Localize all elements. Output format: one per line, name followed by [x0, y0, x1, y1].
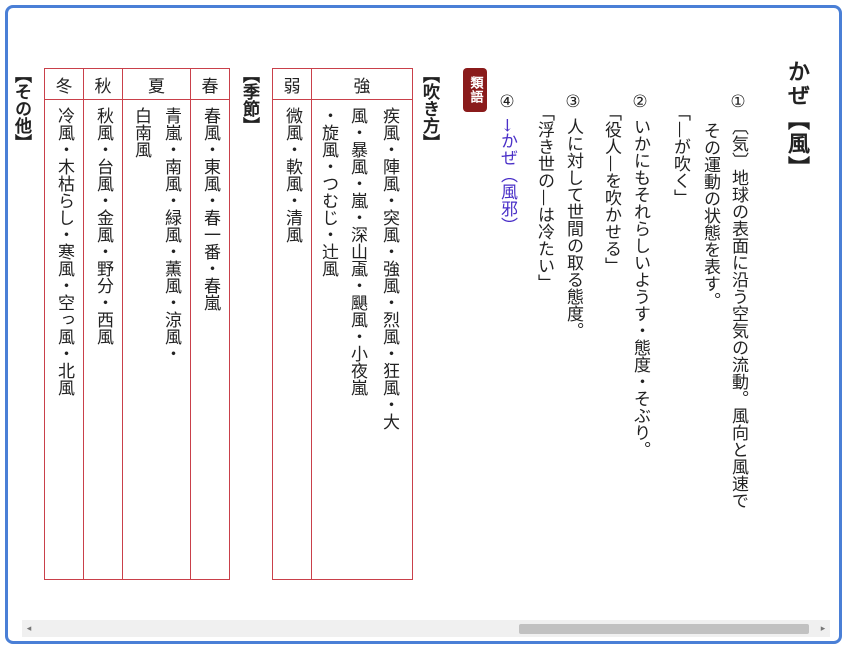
column-header-winter: 冬: [45, 69, 83, 100]
blow-weak-column: 弱 微風・軟風・清風: [272, 68, 312, 580]
headword-reading: かぜ: [784, 60, 810, 108]
strong-line-1: 疾風・陣風・突風・強風・烈風・狂風・大: [379, 107, 399, 430]
sense-number: ②: [630, 92, 650, 112]
document-window: かぜ【風】 ① 〔気〕地球の表面に沿う空気の流動。風向と風速で その運動の状態を表…: [5, 5, 842, 644]
scrollbar-thumb[interactable]: [519, 624, 809, 634]
column-header-summer: 夏: [123, 69, 190, 100]
season-autumn-column: 秋 秋風・台風・金風・野分・西風: [83, 68, 123, 580]
summer-line-1: 青嵐・南風・緑風・薫風・涼風・: [161, 107, 181, 362]
season-winter-column: 冬 冷風・木枯らし・寒風・空っ風・北風: [44, 68, 84, 580]
sense-number: ④: [497, 92, 517, 112]
sense-text: 人に対して世間の取る態度。: [563, 118, 583, 339]
sense-label: 〔気〕: [728, 118, 748, 169]
season-spring-column: 春 春風・東風・春一番・春嵐: [190, 68, 230, 580]
scroll-right-icon[interactable]: ▸: [816, 620, 830, 637]
spring-line-1: 春風・東風・春一番・春嵐: [200, 107, 220, 311]
sense-2-example: 「役人—を吹かせる」: [601, 104, 621, 274]
blow-strong-column: 強 疾風・陣風・突風・強風・烈風・狂風・大 風・暴風・嵐・深山颪・颶風・小夜嵐 …: [311, 68, 413, 580]
sense-text: 地球の表面に沿う空気の流動。風向と風速で: [728, 169, 748, 509]
sense-1-example: 「—が吹く」: [670, 104, 690, 206]
section-title-other: 【その他】: [11, 66, 31, 151]
season-summer-column: 夏 青嵐・南風・緑風・薫風・涼風・ 白南風: [122, 68, 191, 580]
sense-3: ③ 人に対して世間の取る態度。: [563, 92, 583, 339]
entry-content: かぜ【風】 ① 〔気〕地球の表面に沿う空気の流動。風向と風速で その運動の状態を表…: [8, 8, 839, 641]
column-header-weak: 弱: [273, 69, 311, 100]
sense-2: ② いかにもそれらしいようす・態度・そぶり。: [630, 92, 650, 458]
section-title-blow: 【吹き方】: [419, 66, 439, 151]
winter-line-1: 冷風・木枯らし・寒風・空っ風・北風: [54, 107, 74, 396]
weak-line-1: 微風・軟風・清風: [282, 107, 302, 243]
sense-4: ④ →かぜ（風邪）: [497, 92, 517, 234]
strong-line-3: ・旋風・つむじ・辻風: [318, 107, 338, 277]
summer-line-2: 白南風: [131, 107, 151, 158]
column-header-spring: 春: [191, 69, 229, 100]
sense-3-example: 「浮き世の—は冷たい」: [534, 104, 554, 291]
column-header-strong: 強: [312, 69, 412, 100]
autumn-line-1: 秋風・台風・金風・野分・西風: [93, 107, 113, 345]
horizontal-scrollbar[interactable]: ◂ ▸: [22, 620, 830, 637]
sense-number: ①: [728, 92, 748, 112]
scroll-left-icon[interactable]: ◂: [22, 620, 36, 637]
headword: かぜ【風】: [784, 60, 810, 180]
cross-reference-link[interactable]: かぜ（風邪）: [497, 132, 517, 234]
headword-kanji: 【風】: [784, 108, 810, 180]
sense-text: いかにもそれらしいようす・態度・そぶり。: [630, 118, 650, 458]
sense-1-continued: その運動の状態を表す。: [700, 122, 720, 309]
sense-number: ③: [563, 92, 583, 112]
column-header-autumn: 秋: [84, 69, 122, 100]
ruigo-badge: 類語: [463, 68, 487, 112]
strong-line-2: 風・暴風・嵐・深山颪・颶風・小夜嵐: [347, 107, 367, 396]
section-title-season: 【季節】: [239, 66, 259, 134]
sense-1: ① 〔気〕地球の表面に沿う空気の流動。風向と風速で: [728, 92, 748, 509]
sense-arrow: →: [497, 118, 517, 133]
